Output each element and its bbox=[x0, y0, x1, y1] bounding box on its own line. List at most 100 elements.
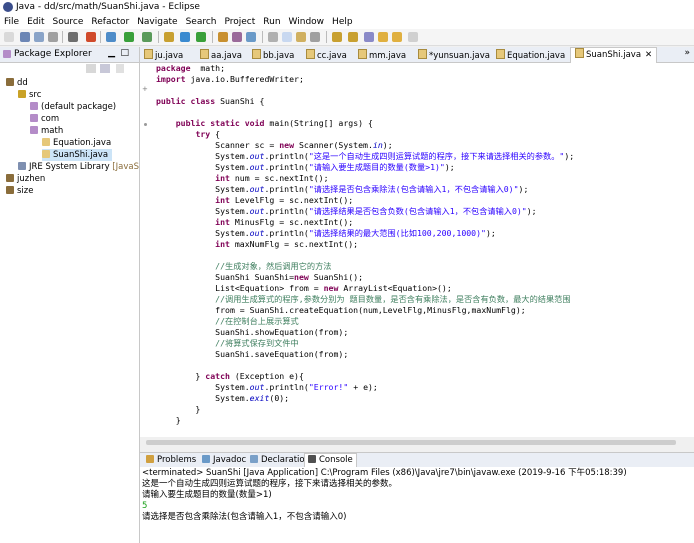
editor-tab-bb-java[interactable]: bb.java bbox=[252, 49, 294, 61]
maximize-icon[interactable]: □ bbox=[120, 48, 129, 58]
debug-run-icon[interactable] bbox=[106, 32, 116, 42]
code-token: math; bbox=[190, 63, 226, 73]
menu-item-search[interactable]: Search bbox=[182, 15, 221, 29]
menu-item-help[interactable]: Help bbox=[328, 15, 357, 29]
toolbar-separator bbox=[262, 31, 263, 43]
menu-item-source[interactable]: Source bbox=[49, 15, 88, 29]
code-line: System.out.println("Error!" + e); bbox=[156, 382, 574, 393]
code-line: //调用生成算式的程序,参数分别为 题目数量，是否含有乘除法，是否含有负数，最大… bbox=[156, 294, 574, 305]
editor-tab-yunsuan-java[interactable]: *yunsuan.java bbox=[418, 49, 490, 61]
tree-item-suffix: [JavaS bbox=[109, 162, 139, 172]
forward-icon[interactable] bbox=[392, 32, 402, 42]
console-view[interactable]: <terminated> SuanShi [Java Application] … bbox=[140, 467, 694, 543]
new-icon[interactable] bbox=[4, 32, 14, 42]
new-java-project-icon[interactable] bbox=[164, 32, 174, 42]
word-wrap-icon[interactable] bbox=[310, 32, 320, 42]
code-line: System.out.println("请选择结果是否包含负数(包含请输入1，不… bbox=[156, 206, 574, 217]
tree-item-size[interactable]: size bbox=[6, 185, 33, 197]
tree-item-src[interactable]: src bbox=[18, 89, 41, 101]
tree-item-dd[interactable]: dd bbox=[6, 77, 28, 89]
bottom-tab-console[interactable]: Console bbox=[304, 453, 357, 468]
pin-editor-icon[interactable] bbox=[408, 32, 418, 42]
tree-item-com[interactable]: com bbox=[30, 113, 59, 125]
next-annotation-icon[interactable] bbox=[332, 32, 342, 42]
code-token: public bbox=[175, 118, 206, 128]
editor-horizontal-scrollbar[interactable] bbox=[146, 438, 694, 447]
code-token: ); bbox=[444, 162, 455, 172]
code-line: System.out.println("请输入要生成题目的数量(数量>1)"); bbox=[156, 162, 574, 173]
code-token: in bbox=[372, 140, 383, 150]
menu-item-run[interactable]: Run bbox=[259, 15, 284, 29]
source-code[interactable]: package math; import java.io.BufferedWrit… bbox=[156, 63, 574, 426]
previous-annotation-icon[interactable] bbox=[348, 32, 358, 42]
tree-item-suanshi-java[interactable]: SuanShi.java bbox=[42, 149, 113, 161]
new-class-icon[interactable] bbox=[196, 32, 206, 42]
editor-tab-mm-java[interactable]: mm.java bbox=[358, 49, 406, 61]
code-token: main(String[] args) { bbox=[264, 118, 373, 128]
editor-tab-equation-java[interactable]: Equation.java bbox=[496, 49, 565, 61]
code-token: SuanShi { bbox=[215, 96, 265, 106]
editor-tab-suanshi-java[interactable]: SuanShi.java ✕ bbox=[570, 47, 658, 63]
minimize-icon[interactable]: ▁ bbox=[108, 48, 115, 58]
tree-item-equation-java[interactable]: Equation.java bbox=[42, 137, 111, 149]
open-type-icon[interactable] bbox=[218, 32, 228, 42]
toggle-mark-icon[interactable] bbox=[268, 32, 278, 42]
run-icon[interactable] bbox=[124, 32, 134, 42]
fold-marker-icon[interactable] bbox=[144, 123, 147, 126]
save-all-icon[interactable] bbox=[34, 32, 44, 42]
editor-tab-aa-java[interactable]: aa.java bbox=[200, 49, 242, 61]
editor-tab-ju-java[interactable]: ju.java bbox=[144, 49, 183, 61]
code-token: SuanShi.saveEquation(from); bbox=[156, 349, 349, 359]
link-with-editor-icon[interactable] bbox=[100, 64, 110, 73]
view-menu-icon[interactable] bbox=[116, 64, 124, 73]
code-token: System. bbox=[156, 393, 250, 403]
editor-tab-cc-java[interactable]: cc.java bbox=[306, 49, 347, 61]
code-token: out bbox=[249, 162, 265, 172]
java-file-icon bbox=[144, 49, 153, 59]
back-icon[interactable] bbox=[378, 32, 388, 42]
java-file-icon bbox=[575, 48, 584, 58]
code-line: //在控制台上展示算式 bbox=[156, 316, 574, 327]
menu-item-file[interactable]: File bbox=[0, 15, 23, 29]
bottom-tab-label: Declaration bbox=[261, 455, 311, 465]
menu-item-window[interactable]: Window bbox=[285, 15, 329, 29]
save-icon[interactable] bbox=[20, 32, 30, 42]
code-token: System. bbox=[156, 151, 250, 161]
package-explorer-title[interactable]: Package Explorer bbox=[14, 49, 92, 59]
editor-tabs: ju.java aa.java bb.java cc.java mm.java *yuns… bbox=[140, 47, 694, 63]
fold-icon[interactable]: + bbox=[142, 85, 148, 93]
declaration-icon bbox=[250, 455, 258, 463]
open-task-icon[interactable] bbox=[232, 32, 242, 42]
bottom-tab-declaration[interactable]: Declaration bbox=[250, 454, 310, 466]
menu-item-edit[interactable]: Edit bbox=[23, 15, 48, 29]
tree-item-jre-system-library[interactable]: JRE System Library [JavaS bbox=[18, 161, 139, 173]
collapse-all-icon[interactable] bbox=[86, 64, 96, 73]
external-tools-icon[interactable] bbox=[142, 32, 152, 42]
toolbar bbox=[0, 29, 694, 46]
show-whitespace-icon[interactable] bbox=[296, 32, 306, 42]
skip-breakpoints-icon[interactable] bbox=[86, 32, 96, 42]
code-token: //将算式保存到文件中 bbox=[215, 338, 299, 348]
bottom-tab-javadoc[interactable]: Javadoc bbox=[202, 454, 246, 466]
more-tabs-icon[interactable]: » bbox=[684, 48, 690, 58]
source-folder-icon bbox=[18, 90, 26, 98]
new-package-icon[interactable] bbox=[180, 32, 190, 42]
print-icon[interactable] bbox=[48, 32, 58, 42]
menu-item-project[interactable]: Project bbox=[220, 15, 259, 29]
bottom-tab-problems[interactable]: Problems bbox=[146, 454, 196, 466]
menu-item-refactor[interactable]: Refactor bbox=[87, 15, 133, 29]
code-token: catch bbox=[205, 371, 230, 381]
tree-item-default-package[interactable]: (default package) bbox=[30, 101, 116, 113]
last-edit-icon[interactable] bbox=[364, 32, 374, 42]
tree-item-juzhen[interactable]: juzhen bbox=[6, 173, 45, 185]
search-icon[interactable] bbox=[246, 32, 256, 42]
editor-tab-label: aa.java bbox=[211, 51, 242, 61]
menu-item-navigate[interactable]: Navigate bbox=[133, 15, 181, 29]
tree-item-math[interactable]: math bbox=[30, 125, 63, 137]
close-tab-icon[interactable]: ✕ bbox=[645, 50, 652, 60]
project-icon bbox=[6, 78, 14, 86]
debug-icon[interactable] bbox=[68, 32, 78, 42]
toggle-block-selection-icon[interactable] bbox=[282, 32, 292, 42]
scrollbar-thumb[interactable] bbox=[146, 440, 676, 445]
